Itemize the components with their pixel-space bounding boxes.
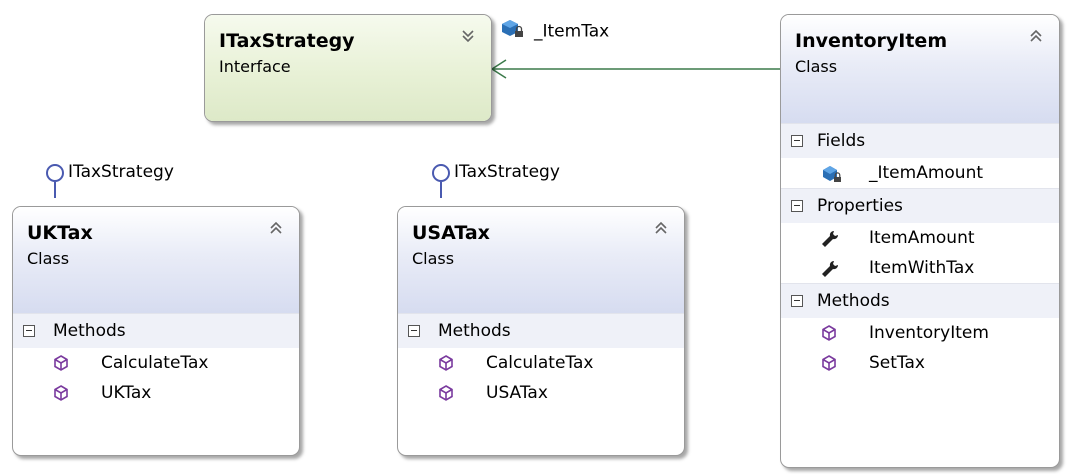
section-label: Properties: [817, 196, 903, 216]
member-method-calculatetax[interactable]: CalculateTax: [13, 348, 299, 378]
usatax-implements-label: ITaxStrategy: [454, 162, 560, 182]
member-property-itemwithtax[interactable]: ItemWithTax: [781, 253, 1059, 283]
association-label: _ItemTax: [500, 18, 609, 45]
member-method-settax[interactable]: SetTax: [781, 348, 1059, 378]
chevron-double-up-icon[interactable]: [1029, 29, 1043, 46]
inventoryitem-class[interactable]: InventoryItem Class Fields _ItemAmount P…: [780, 14, 1060, 468]
chevron-double-down-icon[interactable]: [461, 29, 475, 46]
interface-lollipop-icon: [46, 164, 64, 182]
uktax-header: UKTax Class: [13, 207, 299, 313]
member-label: CalculateTax: [486, 353, 594, 373]
member-label: InventoryItem: [869, 323, 989, 343]
collapse-icon[interactable]: [23, 325, 35, 337]
member-label: ItemWithTax: [869, 258, 975, 278]
member-label: _ItemAmount: [869, 163, 984, 183]
association-label-text: _ItemTax: [534, 21, 610, 42]
inventoryitem-kind: Class: [795, 57, 838, 76]
section-label: Methods: [53, 321, 126, 341]
member-label: USATax: [486, 383, 548, 403]
member-label: ItemAmount: [869, 228, 975, 248]
section-label: Methods: [438, 321, 511, 341]
wrench-icon: [821, 230, 839, 247]
fields-section-header[interactable]: Fields: [781, 123, 1059, 158]
chevron-double-up-icon[interactable]: [654, 221, 668, 238]
member-method-calculatetax[interactable]: CalculateTax: [398, 348, 684, 378]
method-cube-icon: [53, 385, 71, 401]
lollipop-stem: [440, 182, 442, 198]
section-label: Fields: [817, 131, 866, 151]
member-label: CalculateTax: [101, 353, 209, 373]
collapse-icon[interactable]: [408, 325, 420, 337]
collapse-icon[interactable]: [791, 295, 803, 307]
inventoryitem-title: InventoryItem: [795, 30, 948, 52]
uktax-implements-label: ITaxStrategy: [68, 162, 174, 182]
section-label: Methods: [817, 291, 890, 311]
member-method-uktax[interactable]: UKTax: [13, 378, 299, 408]
uktax-title: UKTax: [27, 222, 93, 244]
chevron-double-up-icon[interactable]: [269, 221, 283, 238]
usatax-class[interactable]: USATax Class Methods CalculateTax USATax: [397, 206, 685, 456]
private-field-icon: [821, 165, 841, 182]
itaxstrategy-title: ITaxStrategy: [219, 30, 355, 52]
collapse-icon[interactable]: [791, 135, 803, 147]
collapse-icon[interactable]: [791, 200, 803, 212]
uktax-kind: Class: [27, 249, 70, 268]
method-cube-icon: [438, 355, 456, 371]
usatax-header: USATax Class: [398, 207, 684, 313]
member-method-inventoryitem[interactable]: InventoryItem: [781, 318, 1059, 348]
methods-section-header[interactable]: Methods: [398, 313, 684, 348]
member-property-itemamount[interactable]: ItemAmount: [781, 223, 1059, 253]
inventoryitem-header: InventoryItem Class: [781, 15, 1059, 123]
method-cube-icon: [438, 385, 456, 401]
usatax-title: USATax: [412, 222, 490, 244]
lollipop-stem: [54, 182, 56, 198]
wrench-icon: [821, 260, 839, 277]
member-method-usatax[interactable]: USATax: [398, 378, 684, 408]
usatax-kind: Class: [412, 249, 455, 268]
method-cube-icon: [821, 355, 839, 371]
methods-section-header[interactable]: Methods: [13, 313, 299, 348]
member-label: UKTax: [101, 383, 152, 403]
method-cube-icon: [821, 325, 839, 341]
itaxstrategy-header: ITaxStrategy Interface: [205, 15, 491, 121]
properties-section-header[interactable]: Properties: [781, 188, 1059, 223]
itaxstrategy-interface[interactable]: ITaxStrategy Interface: [204, 14, 492, 122]
member-field-itemamount[interactable]: _ItemAmount: [781, 158, 1059, 188]
methods-section-header[interactable]: Methods: [781, 283, 1059, 318]
interface-lollipop-icon: [432, 164, 450, 182]
uktax-class[interactable]: UKTax Class Methods CalculateTax UKTax: [12, 206, 300, 456]
itaxstrategy-kind: Interface: [219, 57, 291, 76]
member-label: SetTax: [869, 353, 925, 373]
private-field-icon: [500, 18, 526, 45]
method-cube-icon: [53, 355, 71, 371]
